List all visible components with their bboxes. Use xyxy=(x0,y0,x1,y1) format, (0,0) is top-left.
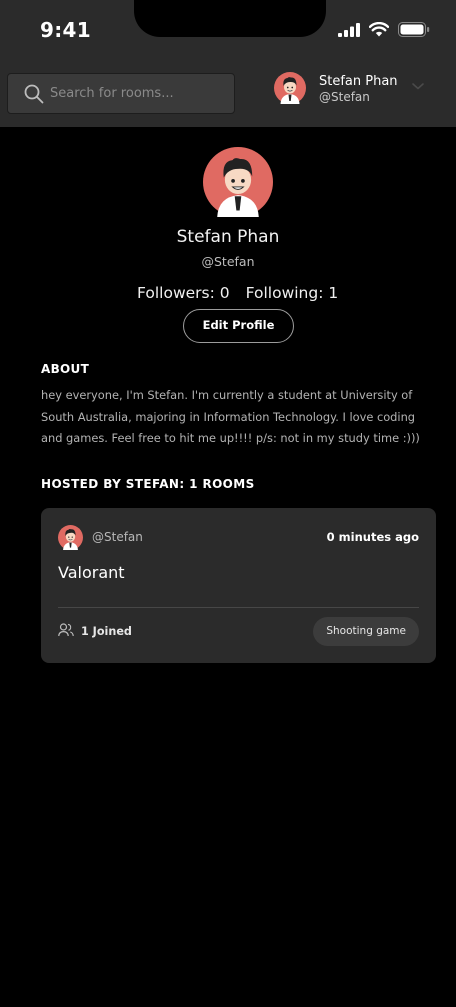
room-title[interactable]: Valorant xyxy=(58,563,125,582)
about-heading: ABOUT xyxy=(41,362,90,376)
edit-profile-button[interactable]: Edit Profile xyxy=(183,309,294,343)
profile-avatar xyxy=(203,147,273,217)
search-icon xyxy=(24,84,44,104)
avatar xyxy=(274,72,306,104)
status-bar: 9:41 xyxy=(0,0,456,62)
room-joined-count: 1 Joined xyxy=(81,625,132,638)
room-topic-tag[interactable]: Shooting game xyxy=(313,617,419,646)
search-input[interactable] xyxy=(50,74,228,113)
divider xyxy=(58,607,419,608)
battery-icon xyxy=(398,22,430,37)
followers-count[interactable]: Followers: 0 xyxy=(137,284,230,302)
hosted-rooms-heading: HOSTED BY STEFAN: 1 ROOMS xyxy=(41,477,255,491)
signal-icon xyxy=(338,22,360,37)
device-notch xyxy=(134,0,326,37)
chevron-down-icon[interactable] xyxy=(411,81,425,91)
search-bar[interactable] xyxy=(7,73,235,114)
user-menu[interactable]: Stefan Phan @Stefan xyxy=(274,72,434,106)
header-user-name: Stefan Phan xyxy=(319,74,398,89)
wifi-icon xyxy=(369,22,389,37)
room-host[interactable]: @Stefan xyxy=(92,530,143,544)
users-icon xyxy=(58,623,74,637)
room-card[interactable]: @Stefan 0 minutes ago Valorant 1 Joined … xyxy=(41,508,436,663)
room-time: 0 minutes ago xyxy=(326,530,419,544)
follow-stats: Followers: 0 Following: 1 xyxy=(137,284,354,302)
following-count[interactable]: Following: 1 xyxy=(246,284,339,302)
status-icons xyxy=(338,22,430,37)
profile-handle: @Stefan xyxy=(201,254,255,269)
status-time: 9:41 xyxy=(40,18,91,42)
about-text: hey everyone, I'm Stefan. I'm currently … xyxy=(41,388,420,445)
top-header: Stefan Phan @Stefan xyxy=(0,62,456,127)
header-user-handle: @Stefan xyxy=(319,90,370,104)
profile-name: Stefan Phan xyxy=(176,227,280,247)
avatar[interactable] xyxy=(58,525,83,550)
